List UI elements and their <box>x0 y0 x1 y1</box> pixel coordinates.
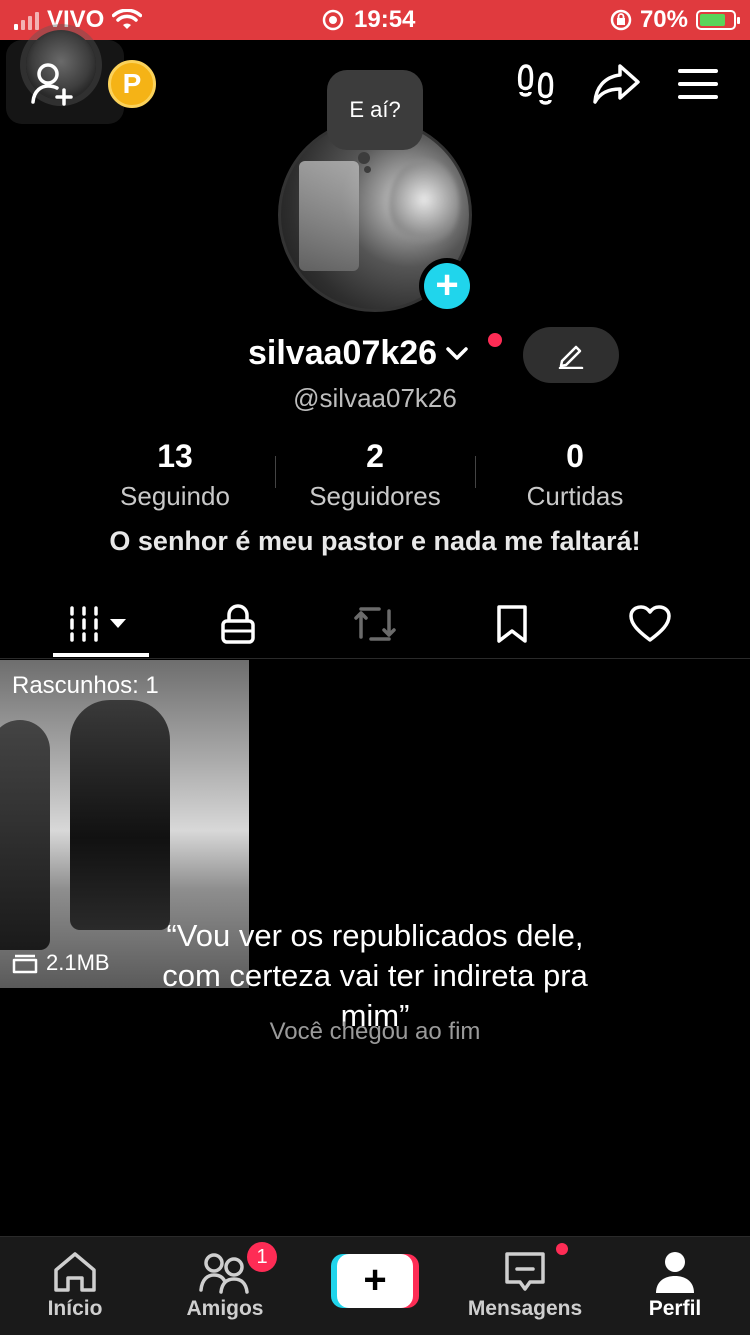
display-name: silvaa07k26 <box>248 334 438 372</box>
nav-friends-label: Amigos <box>186 1297 264 1320</box>
share-icon[interactable] <box>592 62 642 106</box>
friends-badge: 1 <box>247 1242 277 1272</box>
nav-friends[interactable]: Amigos <box>150 1247 300 1321</box>
tab-videos[interactable] <box>25 590 175 658</box>
carrier-info: VIVO <box>14 6 143 34</box>
nav-messages[interactable]: Mensagens <box>450 1247 600 1321</box>
tab-liked[interactable] <box>575 590 725 658</box>
plus-icon: + <box>424 263 470 309</box>
pencil-icon <box>558 345 584 369</box>
bookmark-icon <box>497 605 527 643</box>
avatar-face <box>389 159 459 249</box>
nav-profile-label: Perfil <box>648 1297 702 1320</box>
stat-likes[interactable]: 0 Curtidas <box>475 438 675 512</box>
draft-size-text: 2.1MB <box>46 950 110 975</box>
recording-icon <box>322 9 344 31</box>
footprints-icon[interactable] <box>516 62 560 108</box>
status-speech-bubble[interactable]: E aí? <box>327 70 423 150</box>
speech-bubble-tail-small <box>364 166 371 173</box>
messages-icon <box>505 1252 545 1291</box>
time-text: 19:54 <box>354 6 416 33</box>
messages-dot <box>556 1243 568 1255</box>
tab-reposts[interactable] <box>300 590 450 658</box>
end-of-list-text: Você chegou ao fim <box>269 1018 481 1045</box>
thumbnail-player-center <box>70 700 170 930</box>
followers-count: 2 <box>366 438 384 474</box>
draft-size: 2.1MB <box>12 950 110 976</box>
create-plus-icon: + <box>337 1254 413 1308</box>
profile-tabs <box>0 590 750 659</box>
create-button[interactable]: + <box>331 1254 419 1308</box>
likes-label: Curtidas <box>526 481 624 511</box>
following-label: Seguindo <box>120 481 230 511</box>
wifi-icon <box>112 9 143 29</box>
likes-count: 0 <box>566 438 584 474</box>
profile-bio: O senhor é meu pastor e nada me faltará! <box>109 526 641 556</box>
tab-private[interactable] <box>163 590 313 658</box>
followers-label: Seguidores <box>309 481 441 511</box>
speech-bubble-tail <box>358 152 370 164</box>
tab-saved[interactable] <box>437 590 587 658</box>
nav-profile[interactable]: Perfil <box>600 1247 750 1321</box>
heart-icon <box>629 605 671 642</box>
repost-icon <box>354 607 396 641</box>
nav-home-label: Início <box>47 1297 103 1320</box>
battery-icon <box>696 10 740 30</box>
home-icon <box>54 1252 96 1292</box>
rotation-lock-icon <box>610 9 632 31</box>
clock: 19:54 <box>322 6 415 34</box>
username-row[interactable]: silvaa07k26 <box>248 334 469 373</box>
following-count: 13 <box>157 438 193 474</box>
signal-icon <box>14 10 39 30</box>
user-handle: @silvaa07k26 <box>293 383 457 413</box>
thumbnail-player-left <box>0 720 50 950</box>
drafts-label: Rascunhos: 1 <box>12 672 159 699</box>
lock-icon <box>221 604 255 644</box>
chevron-down-icon <box>446 346 468 360</box>
add-friend-icon[interactable] <box>30 60 78 108</box>
nav-messages-label: Mensagens <box>467 1297 583 1320</box>
battery-percent: 70% <box>639 6 688 33</box>
status-bar: VIVO 19:54 70% <box>0 0 750 40</box>
nav-home[interactable]: Início <box>0 1247 150 1321</box>
battery-info: 70% <box>610 6 740 34</box>
stat-followers[interactable]: 2 Seguidores <box>275 438 475 512</box>
profile-icon <box>656 1252 694 1293</box>
coins-icon[interactable]: P <box>108 60 156 108</box>
stat-following[interactable]: 13 Seguindo <box>75 438 275 512</box>
add-story-button[interactable]: + <box>419 258 475 314</box>
avatar-joker-card <box>299 161 359 271</box>
friends-icon <box>199 1253 249 1294</box>
active-tab-indicator <box>53 653 149 657</box>
notification-dot <box>488 333 502 347</box>
edit-profile-button[interactable] <box>523 327 619 383</box>
menu-icon[interactable] <box>678 68 718 100</box>
grid-icon <box>70 606 126 642</box>
folder-icon <box>12 954 38 974</box>
